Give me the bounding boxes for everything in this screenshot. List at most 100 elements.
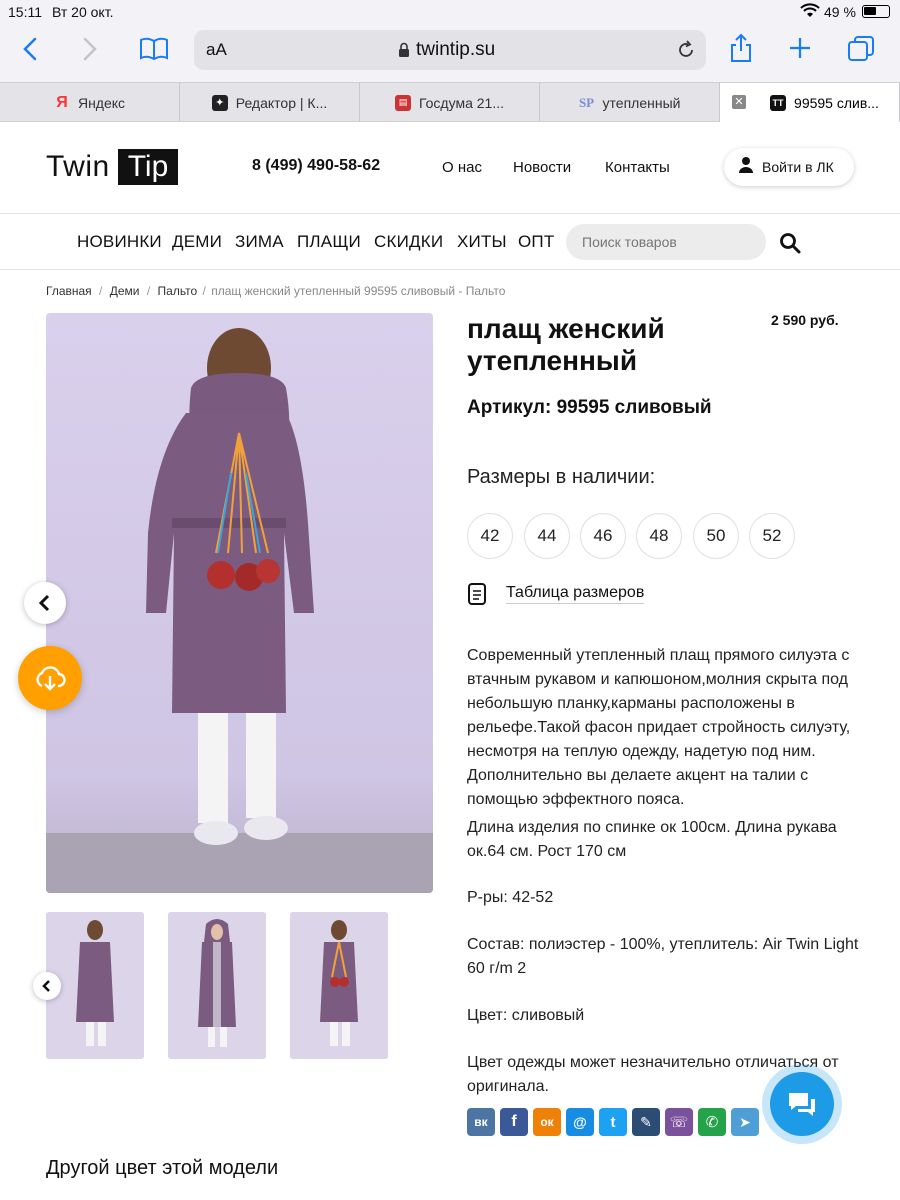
battery-icon <box>862 5 890 18</box>
back-icon[interactable] <box>20 36 40 67</box>
description-paragraph-2: Длина изделия по спинке ок 100см. Длина … <box>467 819 837 860</box>
tabs-overview-icon[interactable] <box>846 34 876 69</box>
site-logo[interactable]: Twin Tip <box>46 149 179 185</box>
breadcrumb-home[interactable]: Главная <box>46 284 92 298</box>
browser-tab-sp[interactable]: SP утепленный <box>540 83 720 122</box>
browser-tab-news[interactable]: ▤ Госдума 21... <box>360 83 540 122</box>
status-time: 15:11 <box>8 4 42 20</box>
nav-item-hity[interactable]: ХИТЫ <box>457 232 507 252</box>
product-title-line1: плащ женский <box>467 313 665 344</box>
size-option-46[interactable]: 46 <box>580 513 626 559</box>
thumbnails-prev-button[interactable] <box>33 972 61 1000</box>
text-size-button[interactable]: аА <box>206 40 227 60</box>
tab-label: утепленный <box>602 94 681 111</box>
close-tab-icon[interactable]: ✕ <box>732 95 746 109</box>
login-button[interactable]: Войти в ЛК <box>724 148 854 186</box>
nav-item-demi[interactable]: ДЕМИ <box>172 232 222 252</box>
breadcrumb: Главная / Деми / Пальто / плащ женский у… <box>46 284 506 298</box>
product-title-line2: утепленный <box>467 345 638 376</box>
product-article: Артикул: 99595 сливовый <box>467 397 712 418</box>
editor-icon: ✦ <box>211 94 228 111</box>
nav-item-opt[interactable]: ОПТ <box>518 232 554 252</box>
forward-icon[interactable] <box>80 36 100 67</box>
thumbnail-2[interactable] <box>168 912 266 1059</box>
whatsapp-icon[interactable]: ✆ <box>698 1108 726 1136</box>
size-table-link[interactable]: Таблица размеров <box>506 584 645 604</box>
twintip-icon: TT <box>770 94 787 111</box>
user-icon <box>738 156 754 179</box>
chevron-left-icon <box>38 594 50 612</box>
tab-label: Госдума 21... <box>419 94 504 111</box>
description-composition: Состав: полиэстер - 100%, утеплитель: Ai… <box>467 936 859 977</box>
logo-text-tip: Tip <box>117 149 179 185</box>
size-option-42[interactable]: 42 <box>467 513 513 559</box>
viber-icon[interactable]: ☏ <box>665 1108 693 1136</box>
thumbnail-3[interactable] <box>290 912 388 1059</box>
lock-icon <box>398 42 410 63</box>
description-sizes: Р-ры: 42-52 <box>467 889 554 906</box>
address-bar[interactable]: аА twintip.su <box>194 30 706 70</box>
bookmarks-icon[interactable] <box>138 36 170 67</box>
status-date: Вт 20 окт. <box>52 4 114 20</box>
sp-icon: SP <box>578 94 595 110</box>
download-button[interactable] <box>18 646 82 710</box>
breadcrumb-palto[interactable]: Пальто <box>158 284 198 298</box>
document-icon <box>467 583 487 610</box>
product-price: 2 590 руб. <box>771 312 839 328</box>
description-paragraph-1: Современный утепленный плащ прямого силу… <box>467 647 851 808</box>
link-about[interactable]: О нас <box>442 159 482 176</box>
browser-tab-strip: Я Яндекс ✦ Редактор | К... ▤ Госдума 21.… <box>0 82 900 122</box>
nav-item-zima[interactable]: ЗИМА <box>235 232 284 252</box>
odnoklassniki-icon[interactable]: ок <box>533 1108 561 1136</box>
status-bar: 15:11 Вт 20 окт. 49 % <box>0 0 900 24</box>
main-nav: НОВИНКИ ДЕМИ ЗИМА ПЛАЩИ СКИДКИ ХИТЫ ОПТ <box>0 214 900 270</box>
nav-item-plashchi[interactable]: ПЛАЩИ <box>297 232 361 252</box>
image-prev-button[interactable] <box>24 582 66 624</box>
tab-label: Яндекс <box>77 94 126 111</box>
sizes-label: Размеры в наличии: <box>467 466 656 488</box>
browser-tab-editor[interactable]: ✦ Редактор | К... <box>180 83 360 122</box>
livejournal-icon[interactable]: ✎ <box>632 1108 660 1136</box>
phone-number[interactable]: 8 (499) 490-58-62 <box>252 157 380 175</box>
new-tab-icon[interactable] <box>788 36 812 65</box>
tab-label: 99595 слив... <box>794 94 879 111</box>
product-title: плащ женский утепленный <box>467 313 665 377</box>
login-label: Войти в ЛК <box>762 159 834 175</box>
twitter-icon[interactable]: t <box>599 1108 627 1136</box>
battery-percent: 49 % <box>824 4 856 20</box>
vk-icon[interactable]: вк <box>467 1108 495 1136</box>
browser-tab-yandex[interactable]: Я Яндекс <box>0 83 180 122</box>
size-option-52[interactable]: 52 <box>749 513 795 559</box>
cloud-download-icon <box>36 666 66 691</box>
chat-icon <box>789 1093 815 1116</box>
chevron-left-icon <box>42 980 50 992</box>
description-color: Цвет: сливовый <box>467 1007 585 1024</box>
link-news[interactable]: Новости <box>513 159 571 176</box>
other-color-heading: Другой цвет этой модели <box>46 1157 279 1179</box>
product-main-image[interactable] <box>46 313 433 893</box>
search-icon[interactable] <box>779 232 801 259</box>
url-text: twintip.su <box>416 39 496 60</box>
wifi-icon <box>800 3 820 22</box>
share-icon[interactable] <box>728 32 754 69</box>
reload-icon[interactable] <box>676 40 696 65</box>
chat-button[interactable] <box>770 1072 834 1136</box>
facebook-icon[interactable]: f <box>500 1108 528 1136</box>
telegram-icon[interactable]: ➤ <box>731 1108 759 1136</box>
size-option-50[interactable]: 50 <box>693 513 739 559</box>
site-header: Twin Tip 8 (499) 490-58-62 О нас Новости… <box>0 122 900 214</box>
nav-item-novinki[interactable]: НОВИНКИ <box>77 232 162 252</box>
yandex-icon: Я <box>56 93 68 111</box>
breadcrumb-current: плащ женский утепленный 99595 сливовый -… <box>211 284 506 298</box>
search-input[interactable] <box>566 224 766 260</box>
size-option-48[interactable]: 48 <box>636 513 682 559</box>
nav-item-skidki[interactable]: СКИДКИ <box>374 232 443 252</box>
size-option-44[interactable]: 44 <box>524 513 570 559</box>
browser-tab-twintip[interactable]: ✕ TT 99595 слив... <box>720 83 900 122</box>
news-icon: ▤ <box>395 94 411 111</box>
browser-toolbar: аА twintip.su <box>0 24 900 82</box>
link-contacts[interactable]: Контакты <box>605 159 670 176</box>
breadcrumb-demi[interactable]: Деми <box>110 284 140 298</box>
moimir-icon[interactable]: @ <box>566 1108 594 1136</box>
logo-text-twin: Twin <box>46 150 110 183</box>
